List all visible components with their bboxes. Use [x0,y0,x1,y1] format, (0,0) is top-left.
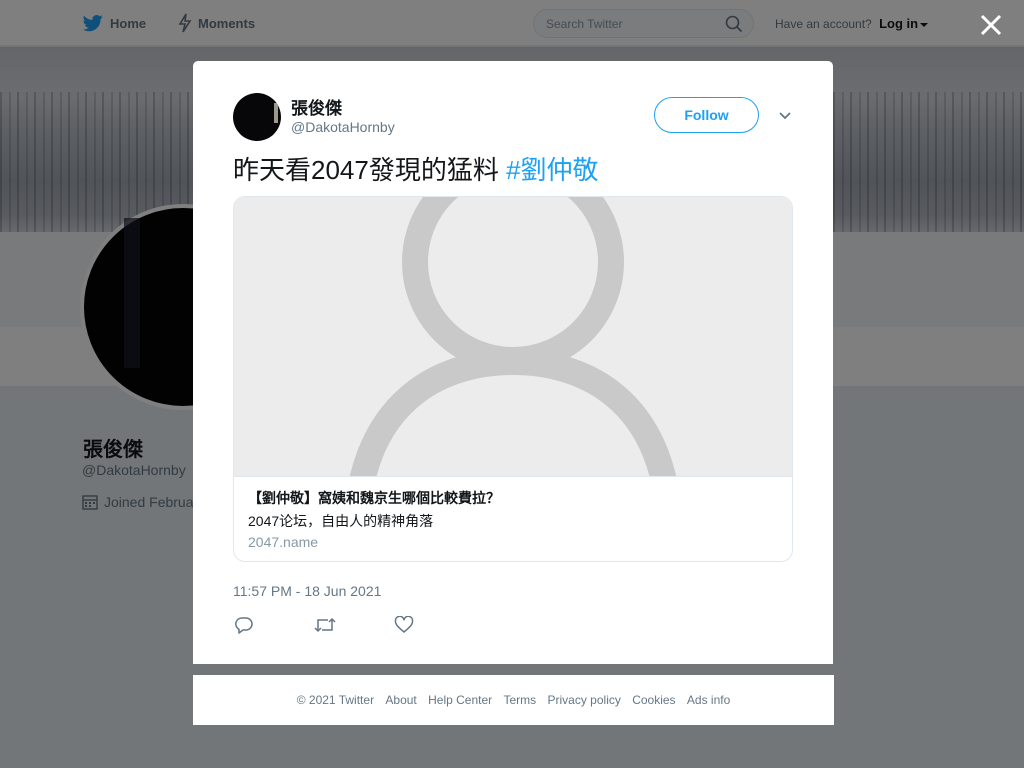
tweet-body: 昨天看2047發現的猛料 [233,155,507,185]
placeholder-person-icon [349,197,677,476]
card-image [234,197,792,477]
tweet-author-name[interactable]: 張俊傑 [291,94,342,119]
tweet-author-handle[interactable]: @DakotaHornby [291,119,395,135]
footer-links: © 2021 Twitter About Help Center Terms P… [193,693,834,707]
footer-link-help-center[interactable]: Help Center [428,693,492,707]
footer: © 2021 Twitter About Help Center Terms P… [193,675,834,725]
footer-copyright: © 2021 Twitter [296,693,375,707]
tweet-text: 昨天看2047發現的猛料 #劉仲敬 [233,153,599,187]
heart-icon[interactable] [394,616,414,634]
footer-link-about[interactable]: About [385,693,416,707]
tweet-author-avatar[interactable] [233,93,281,141]
tweet-timestamp[interactable]: 11:57 PM - 18 Jun 2021 [233,583,381,599]
footer-link-terms[interactable]: Terms [503,693,536,707]
link-preview-card[interactable]: 【劉仲敬】窩姨和魏京生哪個比較費拉？ 2047论坛，自由人的精神角落 2047.… [233,196,793,562]
follow-button[interactable]: Follow [654,97,759,133]
tweet-modal: 張俊傑 @DakotaHornby Follow 昨天看2047發現的猛料 #劉… [193,61,833,664]
retweet-icon[interactable] [314,616,336,634]
card-domain: 2047.name [248,534,319,550]
chevron-down-icon[interactable] [778,111,792,121]
reply-icon[interactable] [234,616,254,634]
footer-link-ads-info[interactable]: Ads info [687,693,730,707]
footer-link-privacy-policy[interactable]: Privacy policy [548,693,621,707]
card-description: 2047论坛，自由人的精神角落 [248,513,434,529]
card-title: 【劉仲敬】窩姨和魏京生哪個比較費拉？ [248,490,500,506]
close-icon[interactable] [977,11,1005,39]
tweet-hashtag[interactable]: #劉仲敬 [506,155,598,185]
footer-link-cookies[interactable]: Cookies [632,693,675,707]
